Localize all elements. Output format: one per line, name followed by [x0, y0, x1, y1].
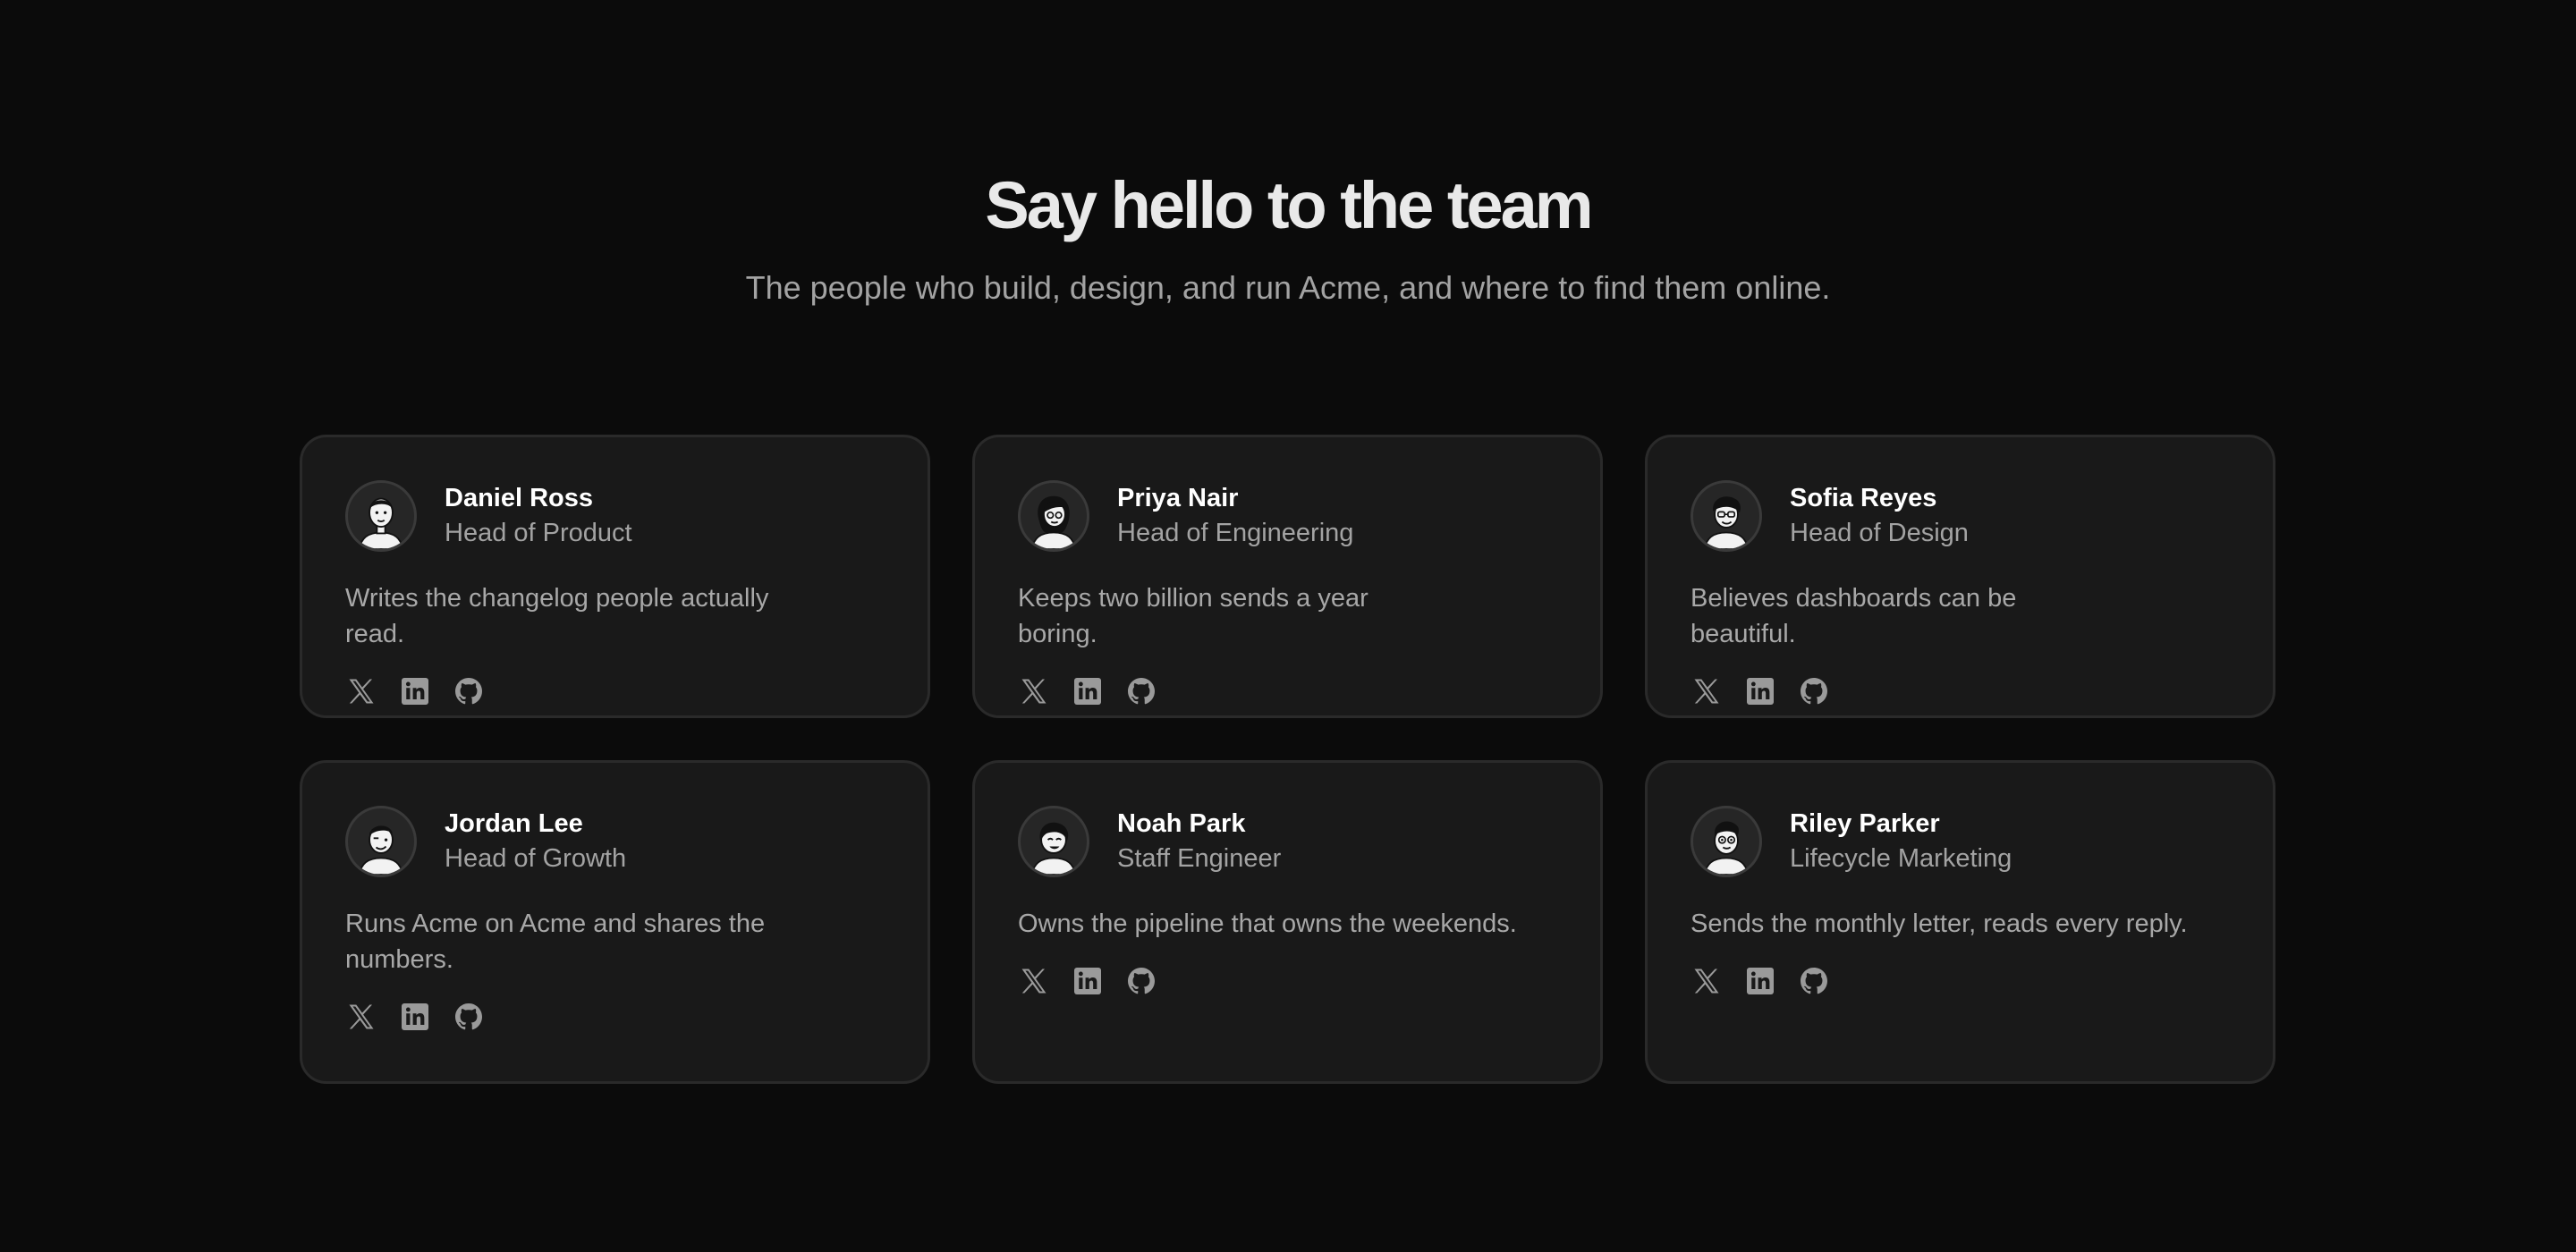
person-name: Riley Parker — [1790, 809, 1940, 838]
social-links — [1690, 965, 2230, 997]
team-card: Daniel Ross Head of Product Writes the c… — [300, 435, 930, 718]
github-icon — [1798, 675, 1830, 707]
social-links — [345, 1001, 885, 1033]
avatar-illustration — [359, 825, 403, 875]
team-card-header: Daniel Ross Head of Product — [345, 480, 885, 552]
person-bio: Keeps two billion sends a year boring. — [1018, 584, 1368, 648]
person-role: Head of Growth — [445, 844, 627, 873]
x-link[interactable] — [1690, 675, 1723, 707]
linkedin-icon — [1072, 965, 1104, 997]
avatar — [345, 480, 417, 552]
github-icon — [1125, 675, 1157, 707]
x-link[interactable] — [1018, 965, 1050, 997]
person-info: Noah Park Staff Engineer — [1117, 807, 1281, 876]
linkedin-icon — [1744, 675, 1776, 707]
avatar — [345, 806, 417, 877]
team-card: Jordan Lee Head of Growth Runs Acme on A… — [300, 760, 930, 1084]
person-info: Daniel Ross Head of Product — [445, 481, 632, 551]
github-link[interactable] — [1798, 965, 1830, 997]
x-icon — [1018, 965, 1050, 997]
team-card: Priya Nair Head of Engineering Keeps two… — [972, 435, 1603, 718]
social-links — [1018, 965, 1557, 997]
x-link[interactable] — [345, 1001, 377, 1033]
avatar-illustration — [1031, 822, 1076, 875]
github-link[interactable] — [453, 675, 485, 707]
x-link[interactable] — [1018, 675, 1050, 707]
x-icon — [1690, 675, 1723, 707]
person-name: Noah Park — [1117, 809, 1246, 838]
avatar-illustration — [1704, 496, 1749, 549]
github-icon — [1125, 965, 1157, 997]
linkedin-link[interactable] — [399, 1001, 431, 1033]
person-bio: Believes dashboards can be beautiful. — [1690, 584, 2017, 648]
person-role: Head of Product — [445, 519, 632, 547]
x-icon — [1690, 965, 1723, 997]
social-links — [1690, 675, 2230, 707]
github-icon — [453, 675, 485, 707]
person-info: Priya Nair Head of Engineering — [1117, 481, 1353, 551]
person-name: Sofia Reyes — [1790, 484, 1937, 512]
github-link[interactable] — [1798, 675, 1830, 707]
team-card: Noah Park Staff Engineer Owns the pipeli… — [972, 760, 1603, 1084]
person-role: Head of Engineering — [1117, 519, 1354, 547]
linkedin-icon — [399, 675, 431, 707]
team-card-header: Riley Parker Lifecycle Marketing — [1690, 806, 2230, 877]
team-page: Say hello to the team The people who bui… — [0, 0, 2576, 1252]
team-card-header: Sofia Reyes Head of Design — [1690, 480, 2230, 552]
social-links — [1018, 675, 1557, 707]
avatar — [1018, 480, 1089, 552]
social-links — [345, 675, 885, 707]
person-info: Sofia Reyes Head of Design — [1790, 481, 1969, 551]
section-header: Say hello to the team The people who bui… — [0, 168, 2576, 308]
avatar-illustration — [1704, 821, 1749, 875]
person-role: Head of Design — [1790, 519, 1969, 547]
team-card-header: Priya Nair Head of Engineering — [1018, 480, 1557, 552]
x-link[interactable] — [1690, 965, 1723, 997]
github-icon — [453, 1001, 485, 1033]
avatar-illustration — [1031, 495, 1076, 549]
person-role: Staff Engineer — [1117, 844, 1282, 873]
person-bio: Owns the pipeline that owns the weekends… — [1018, 909, 1517, 938]
person-info: Jordan Lee Head of Growth — [445, 807, 626, 876]
x-link[interactable] — [345, 675, 377, 707]
person-bio: Sends the monthly letter, reads every re… — [1690, 909, 2188, 938]
team-card-header: Noah Park Staff Engineer — [1018, 806, 1557, 877]
x-icon — [1018, 675, 1050, 707]
linkedin-link[interactable] — [1072, 675, 1104, 707]
linkedin-link[interactable] — [1744, 965, 1776, 997]
page-title: Say hello to the team — [985, 168, 1593, 242]
x-icon — [345, 1001, 377, 1033]
page-subtitle: The people who build, design, and run Ac… — [745, 269, 1831, 306]
linkedin-icon — [1744, 965, 1776, 997]
github-link[interactable] — [453, 1001, 485, 1033]
person-name: Priya Nair — [1117, 484, 1239, 512]
avatar — [1690, 806, 1762, 877]
person-info: Riley Parker Lifecycle Marketing — [1790, 807, 2012, 876]
person-name: Jordan Lee — [445, 809, 583, 838]
github-link[interactable] — [1125, 675, 1157, 707]
linkedin-icon — [1072, 675, 1104, 707]
person-bio: Writes the changelog people actually rea… — [345, 584, 769, 648]
linkedin-icon — [399, 1001, 431, 1033]
person-name: Daniel Ross — [445, 484, 593, 512]
x-icon — [345, 675, 377, 707]
team-card: Sofia Reyes Head of Design Believes dash… — [1645, 435, 2275, 718]
team-grid: Daniel Ross Head of Product Writes the c… — [300, 435, 2276, 1084]
linkedin-link[interactable] — [399, 675, 431, 707]
team-card-header: Jordan Lee Head of Growth — [345, 806, 885, 877]
avatar-illustration — [359, 497, 403, 549]
linkedin-link[interactable] — [1744, 675, 1776, 707]
linkedin-link[interactable] — [1072, 965, 1104, 997]
github-link[interactable] — [1125, 965, 1157, 997]
github-icon — [1798, 965, 1830, 997]
team-card: Riley Parker Lifecycle Marketing Sends t… — [1645, 760, 2275, 1084]
avatar — [1690, 480, 1762, 552]
person-role: Lifecycle Marketing — [1790, 844, 2012, 873]
person-bio: Runs Acme on Acme and shares the numbers… — [345, 909, 766, 974]
avatar — [1018, 806, 1089, 877]
